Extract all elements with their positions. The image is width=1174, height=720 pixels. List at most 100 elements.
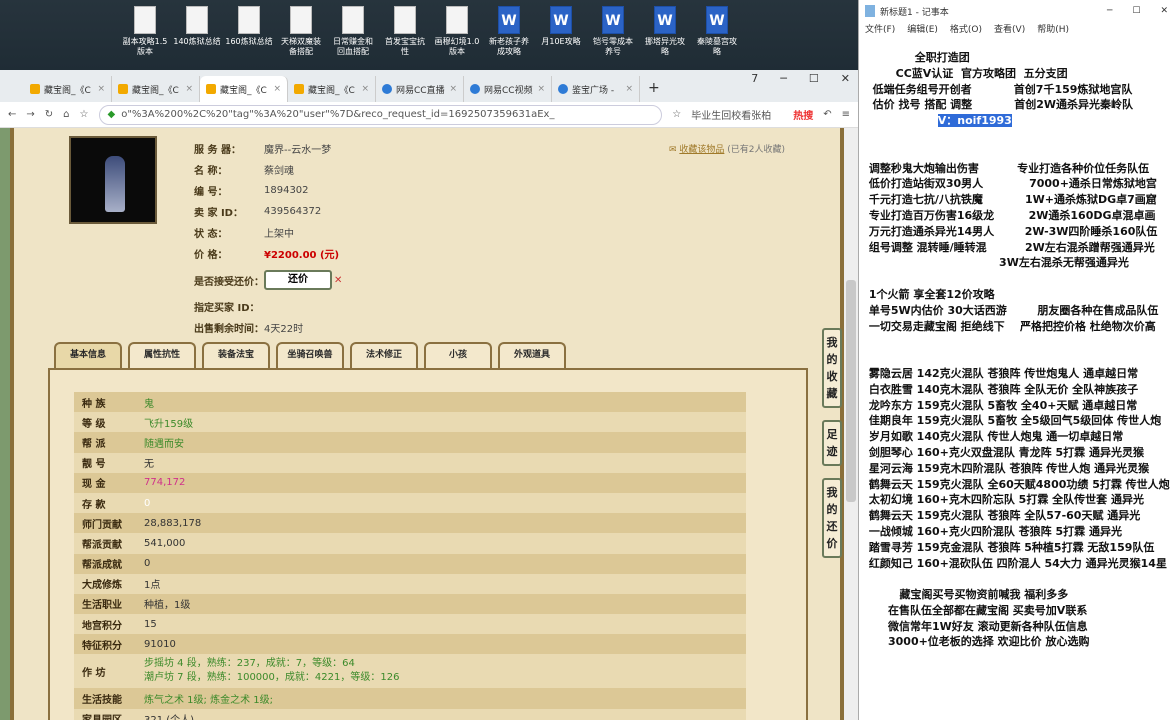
desktop-icon-label: 铠号零成本 养号	[593, 37, 633, 56]
side-button[interactable]: 我的还价	[822, 478, 842, 558]
listing-value: 439564372	[264, 206, 322, 217]
listing-row: 出售剩余时间： 4天22时	[194, 317, 342, 338]
desktop-icon[interactable]: W 月10E攻略	[536, 6, 586, 47]
text-file-icon	[290, 6, 312, 34]
game-tab[interactable]: 外观道具	[498, 342, 566, 368]
tab-label: 网易CC视频	[484, 85, 533, 96]
tab-close-icon[interactable]: ×	[625, 84, 633, 94]
close-icon[interactable]: ✕	[1160, 6, 1168, 16]
notepad-menu-item[interactable]: 文件(F)	[865, 22, 895, 38]
listing-value: 1894302	[264, 185, 309, 196]
desktop-icon[interactable]: 天梯双魔装 备搭配	[276, 6, 326, 57]
tab-count-badge[interactable]: 7	[751, 72, 758, 85]
desktop-icon[interactable]: 画穆幻境1.0 版本	[432, 6, 482, 57]
tab-close-icon[interactable]: ×	[449, 84, 457, 94]
stat-label: 师门贡献	[82, 519, 122, 531]
desktop-icon[interactable]: 首发宝宝抗 性	[380, 6, 430, 57]
url-text: o"%3A%200%2C%20"tag"%3A%20"user"%7D&reco…	[121, 109, 555, 120]
browser-tab[interactable]: 藏宝阁_《C ×	[24, 76, 112, 102]
refresh-icon[interactable]: ↻	[45, 109, 53, 120]
desktop-icon-label: 秦陵墓宫攻 略	[697, 37, 737, 56]
tab-label: 藏宝阁_《C	[132, 85, 179, 96]
notepad-menu-item[interactable]: 格式(O)	[950, 22, 982, 38]
stat-value: 无	[144, 459, 154, 471]
search-hint[interactable]: 毕业生回校看张柏	[691, 107, 783, 122]
close-icon[interactable]: ✕	[841, 72, 850, 85]
game-tab[interactable]: 小孩	[424, 342, 492, 368]
stat-label: 生活职业	[82, 600, 122, 612]
tab-close-icon[interactable]: ×	[97, 84, 105, 94]
desktop-icon[interactable]: 日常赚金和 回血搭配	[328, 6, 378, 57]
game-tab[interactable]: 属性抗性	[128, 342, 196, 368]
menu-icon[interactable]: ≡	[842, 109, 850, 120]
back-icon[interactable]: ←	[8, 109, 16, 120]
forward-icon[interactable]: →	[26, 109, 34, 120]
notepad-menu-item[interactable]: 查看(V)	[994, 22, 1025, 38]
tab-close-icon[interactable]: ×	[185, 84, 193, 94]
stat-value: 0	[144, 558, 151, 570]
page-content: 服 务 器： 魔界--云水一梦名 称： 蔡剑魂编 号： 1894302 卖 家 ID： 4…	[0, 128, 858, 720]
hot-search-badge[interactable]: 热搜	[793, 107, 813, 122]
game-tabs: 基本信息 属性抗性 装备法宝 坐骑召唤兽 法术修正 小孩 外观道具	[54, 342, 566, 368]
stats-table: 种 族 鬼等 级 飞升159级帮 派 随遇而安靓 号 无现 金 774,172 存 款 0 师门…	[74, 392, 746, 720]
game-tab[interactable]: 基本信息	[54, 342, 122, 368]
scrollbar-thumb[interactable]	[846, 280, 856, 502]
game-tab[interactable]: 坐骑召唤兽	[276, 342, 344, 368]
notepad-text-top: 全职打造团 CC蓝V认证 官方攻略团 五分支团 低端任务组号开创者 首创7千15…	[872, 51, 1134, 112]
text-file-icon	[186, 6, 208, 34]
desktop-icon[interactable]: W 挪塔异光攻 略	[640, 6, 690, 57]
tab-favicon-icon	[382, 84, 392, 94]
browser-tab[interactable]: 藏宝阁_《C ×	[112, 76, 200, 102]
notepad-text[interactable]: 全职打造团 CC蓝V认证 官方攻略团 五分支团 低端任务组号开创者 首创7千15…	[859, 38, 1174, 720]
listing-value: 4天22时	[264, 324, 304, 335]
tab-close-icon[interactable]: ×	[537, 84, 545, 94]
browser-tab[interactable]: 藏宝阁_《C ×	[288, 76, 376, 102]
browser-tab[interactable]: 网易CC直播 ×	[376, 76, 464, 102]
desktop-icon[interactable]: 160炼狱总结	[224, 6, 274, 47]
star-icon[interactable]: ☆	[672, 109, 681, 120]
listing-row: 卖 家 ID： 439564372	[194, 201, 342, 222]
desktop-icon[interactable]: 140炼狱总结	[172, 6, 222, 47]
favorite-link[interactable]: ✉ 收藏该物品 (已有2人收藏)	[669, 142, 785, 155]
counter-offer-close-icon[interactable]: ✕	[334, 275, 342, 286]
counter-offer-button[interactable]: 还价	[264, 270, 332, 290]
game-tab[interactable]: 法术修正	[350, 342, 418, 368]
stat-value: 91010	[144, 638, 176, 650]
stat-label: 大成修炼	[82, 580, 122, 592]
stat-value: 鬼	[144, 398, 154, 410]
stat-value: 541,000	[144, 537, 186, 549]
maximize-icon[interactable]: ☐	[1132, 6, 1140, 16]
browser-tab[interactable]: 网易CC视频 ×	[464, 76, 552, 102]
desktop-icon[interactable]: W 新老孩子养 成攻略	[484, 6, 534, 57]
url-input[interactable]: ◆ o"%3A%200%2C%20"tag"%3A%20"user"%7D&re…	[98, 104, 663, 125]
bookmark-icon[interactable]: ☆	[80, 109, 89, 120]
listing-label: 指定买家 ID：	[194, 303, 260, 314]
tab-close-icon[interactable]: ×	[361, 84, 369, 94]
undo-icon[interactable]: ↶	[823, 109, 831, 120]
stats-row: 地宫积分 15	[74, 614, 746, 635]
notepad-menu-item[interactable]: 编辑(E)	[907, 22, 938, 38]
new-tab-icon[interactable]: +	[640, 80, 668, 102]
browser-tab[interactable]: 藏宝阁_《C ×	[200, 76, 288, 102]
browser-tab[interactable]: 鉴宝广场 - ×	[552, 76, 640, 102]
side-button[interactable]: 我的收藏	[822, 328, 842, 408]
desktop-icon[interactable]: W 秦陵墓宫攻 略	[692, 6, 742, 57]
stat-value: 种植，1级	[144, 600, 191, 612]
minimize-icon[interactable]: ─	[780, 72, 787, 85]
notepad-menu-item[interactable]: 帮助(H)	[1037, 22, 1069, 38]
word-file-icon: W	[706, 6, 728, 34]
desktop-icon[interactable]: W 铠号零成本 养号	[588, 6, 638, 57]
stats-row: 生活职业 种植，1级	[74, 593, 746, 615]
favorite-label[interactable]: 收藏该物品	[679, 145, 724, 155]
stat-value: 1点	[144, 580, 161, 592]
scrollbar[interactable]	[844, 128, 858, 720]
side-button[interactable]: 足迹	[822, 420, 842, 466]
maximize-icon[interactable]: ☐	[809, 72, 819, 85]
listing-value: 蔡剑魂	[264, 166, 294, 177]
minimize-icon[interactable]: ─	[1107, 6, 1112, 16]
home-icon[interactable]: ⌂	[63, 109, 69, 120]
desktop-icon[interactable]: 副本攻略1.5 版本	[120, 6, 170, 57]
game-tab[interactable]: 装备法宝	[202, 342, 270, 368]
tab-favicon-icon	[206, 84, 216, 94]
tab-close-icon[interactable]: ×	[273, 84, 281, 94]
